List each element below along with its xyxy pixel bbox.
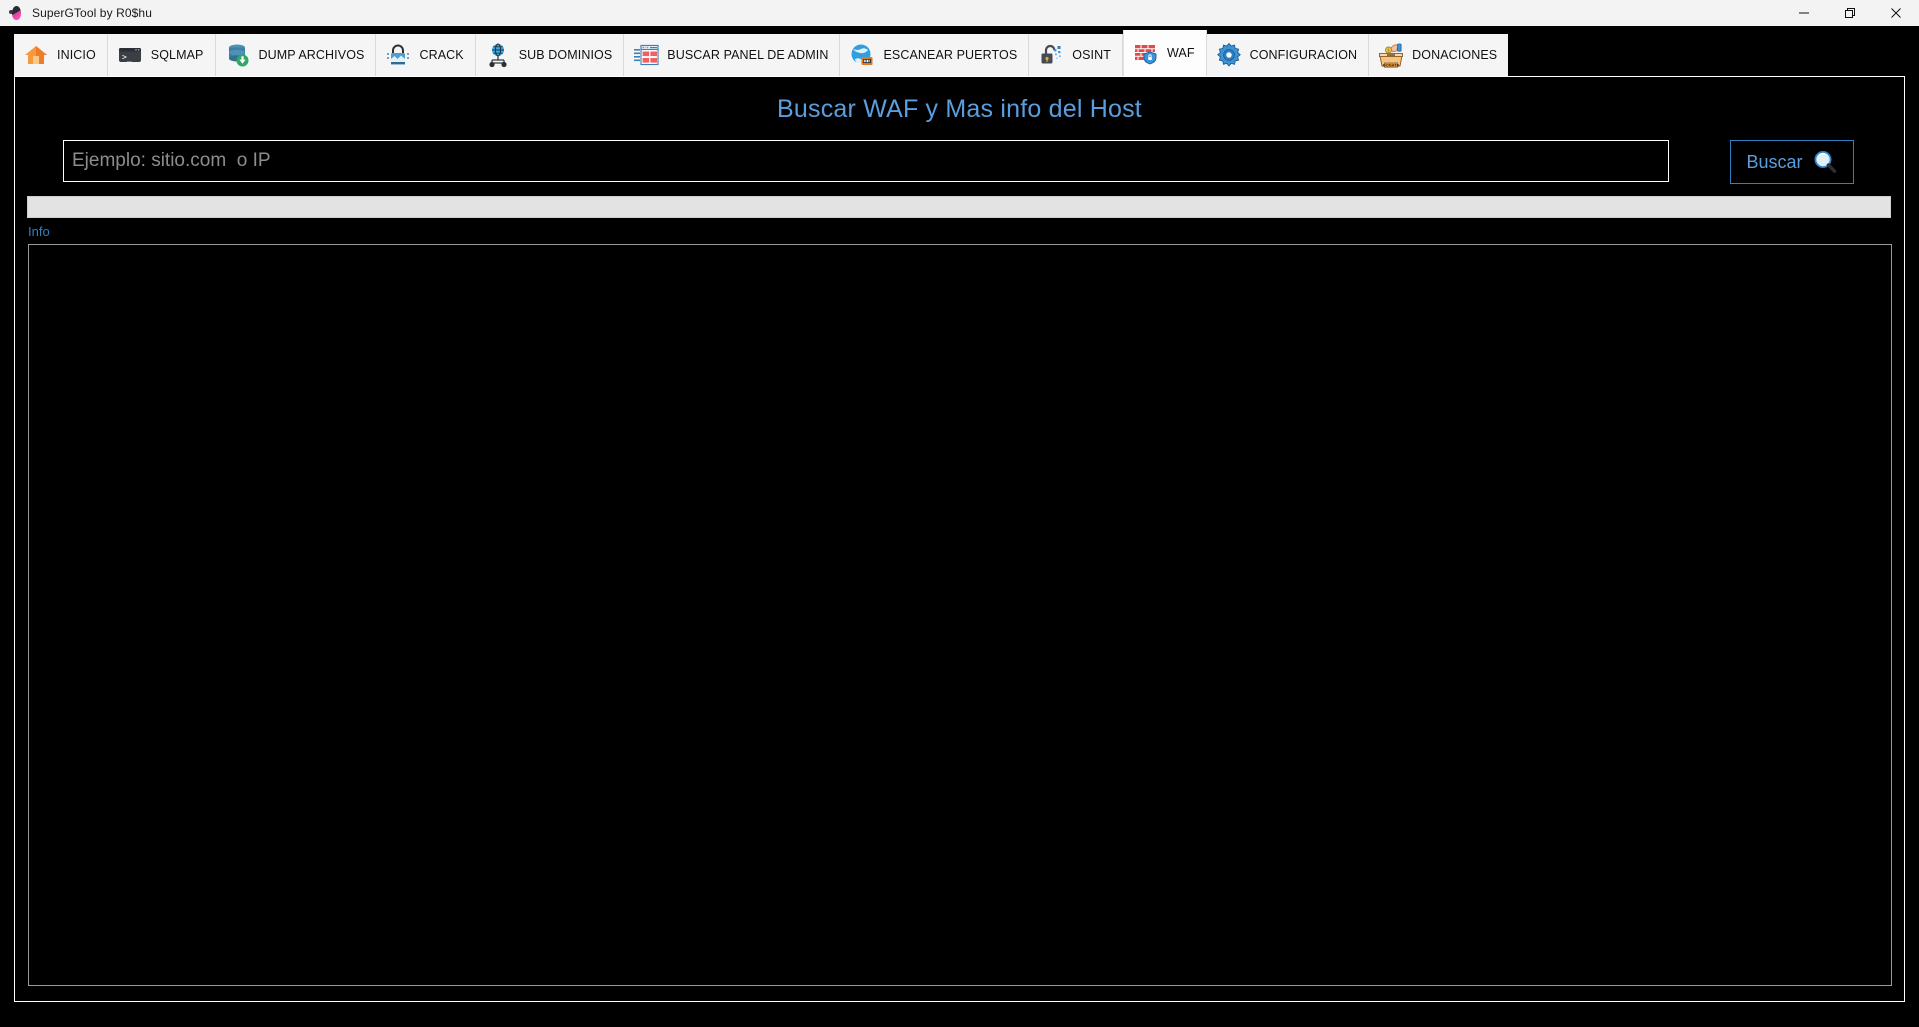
tab-escanear-puertos[interactable]: ESCANEAR PUERTOS [840, 34, 1030, 76]
tab-inicio[interactable]: INICIO [14, 34, 108, 76]
window-title: SuperGTool by R0$hu [32, 6, 152, 20]
tab-label: OSINT [1072, 48, 1111, 62]
tab-label: SQLMAP [150, 48, 204, 62]
minimize-button[interactable] [1781, 0, 1827, 26]
tab-configuracion[interactable]: CONFIGURACION [1206, 34, 1370, 76]
search-row: Buscar [63, 140, 1854, 184]
database-download-icon [225, 42, 251, 68]
tab-label: CONFIGURACION [1249, 48, 1358, 62]
tab-label: WAF [1167, 46, 1195, 60]
info-label: Info [28, 224, 50, 239]
tab-sqlmap[interactable]: >_ SQLMAP [107, 34, 216, 76]
tab-osint[interactable]: OSINT [1029, 34, 1123, 76]
info-output-panel[interactable] [28, 244, 1892, 986]
tab-buscar-panel-de-admin[interactable]: BUSCAR PANEL DE ADMIN [624, 34, 841, 76]
svg-text:>_: >_ [122, 53, 132, 62]
tab-sub-dominios[interactable]: SUB DOMINIOS [475, 34, 625, 76]
globe-server-icon [849, 42, 875, 68]
progress-bar [27, 196, 1891, 218]
home-icon [23, 42, 49, 68]
padlock-crack-icon [385, 42, 411, 68]
tab-strip: INICIO >_ SQLMAP DUMP ARCHIVOS CRACK SUB… [14, 30, 1509, 76]
tab-label: BUSCAR PANEL DE ADMIN [667, 48, 829, 62]
window-controls [1781, 0, 1919, 26]
tab-label: INICIO [57, 48, 96, 62]
admin-panel-icon [633, 42, 659, 68]
tab-label: SUB DOMINIOS [518, 48, 613, 62]
tab-waf[interactable]: WAF [1123, 30, 1207, 76]
restore-button[interactable] [1827, 0, 1873, 26]
tab-label: DONACIONES [1412, 48, 1498, 62]
tab-dump-archivos[interactable]: DUMP ARCHIVOS [215, 34, 377, 76]
globe-network-icon [485, 42, 511, 68]
firewall-shield-icon [1133, 40, 1159, 66]
search-button[interactable]: Buscar [1730, 140, 1854, 184]
toolbar: INICIO >_ SQLMAP DUMP ARCHIVOS CRACK SUB… [0, 26, 1919, 76]
search-input[interactable] [63, 140, 1669, 182]
title-bar: SuperGTool by R0$hu [0, 0, 1919, 26]
gear-icon [1216, 42, 1242, 68]
main-window: Buscar WAF y Mas info del Host Buscar In… [14, 76, 1905, 1002]
donation-box-icon: DONATE $ [1378, 42, 1404, 68]
terminal-icon: >_ [117, 42, 143, 68]
bug-icon [8, 5, 24, 21]
tab-label: ESCANEAR PUERTOS [883, 48, 1018, 62]
tab-crack[interactable]: CRACK [376, 34, 476, 76]
close-button[interactable] [1873, 0, 1919, 26]
magnifier-icon [1812, 149, 1838, 175]
tab-label: DUMP ARCHIVOS [258, 48, 365, 62]
svg-text:DONATE: DONATE [1383, 62, 1400, 67]
search-button-label: Buscar [1746, 151, 1803, 172]
tab-label: CRACK [419, 48, 464, 62]
info-output-text [29, 245, 1891, 253]
page-title: Buscar WAF y Mas info del Host [777, 95, 1142, 123]
open-padlock-pixels-icon [1038, 42, 1064, 68]
tab-donaciones[interactable]: DONATE $ DONACIONES [1369, 34, 1509, 76]
